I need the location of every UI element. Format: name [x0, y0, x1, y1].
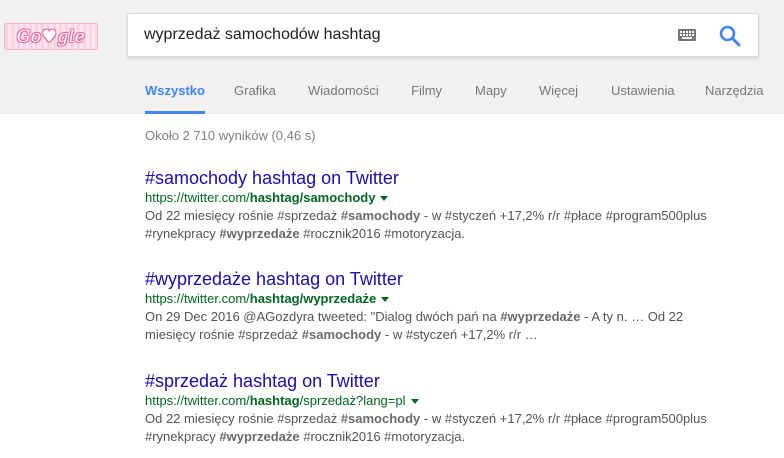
tab-videos[interactable]: Filmy [411, 80, 442, 114]
tab-bar: Wszystko Grafika Wiadomości Filmy Mapy W… [0, 80, 784, 114]
result-stats: Około 2 710 wyników (0,46 s) [145, 128, 316, 143]
dropdown-arrow-icon[interactable] [381, 297, 390, 303]
search-result: #samochody hashtag on Twitter https://tw… [145, 167, 765, 243]
logo-text: Go♥gle [16, 26, 86, 47]
result-snippet: On 29 Dec 2016 @AGozdyra tweeted: "Dialo… [145, 309, 684, 342]
tab-news[interactable]: Wiadomości [308, 80, 379, 114]
dropdown-arrow-icon[interactable] [380, 196, 389, 202]
result-url: https://twitter.com/hashtag/sprzedaż?lan… [145, 392, 765, 410]
search-result: #sprzedaż hashtag on Twitter https://twi… [145, 370, 765, 446]
tab-images[interactable]: Grafika [234, 80, 276, 114]
result-snippet: Od 22 miesięcy rośnie #sprzedaż #samocho… [145, 208, 707, 241]
result-title-link[interactable]: #sprzedaż hashtag on Twitter [145, 370, 765, 392]
result-url: https://twitter.com/hashtag/wyprzedaże [145, 290, 765, 308]
result-url: https://twitter.com/hashtag/samochody [145, 189, 765, 207]
search-box[interactable] [127, 13, 759, 57]
search-icon[interactable] [716, 22, 744, 50]
result-title-link[interactable]: #wyprzedaże hashtag on Twitter [145, 268, 765, 290]
tab-all[interactable]: Wszystko [145, 80, 205, 114]
tab-tools[interactable]: Narzędzia [705, 80, 764, 114]
tab-maps[interactable]: Mapy [475, 80, 507, 114]
search-input[interactable] [144, 14, 664, 56]
result-title-link[interactable]: #samochody hashtag on Twitter [145, 167, 765, 189]
header: Go♥gle Wszystko Grafika Wiadomości Filmy… [0, 0, 784, 114]
keyboard-icon[interactable] [678, 28, 696, 42]
search-result: #wyprzedaże hashtag on Twitter https://t… [145, 268, 765, 344]
dropdown-arrow-icon[interactable] [410, 399, 419, 405]
tab-settings[interactable]: Ustawienia [611, 80, 675, 114]
result-snippet: Od 22 miesięcy rośnie #sprzedaż #samocho… [145, 411, 707, 444]
logo[interactable]: Go♥gle [4, 23, 98, 50]
tab-more[interactable]: Więcej [539, 80, 578, 114]
